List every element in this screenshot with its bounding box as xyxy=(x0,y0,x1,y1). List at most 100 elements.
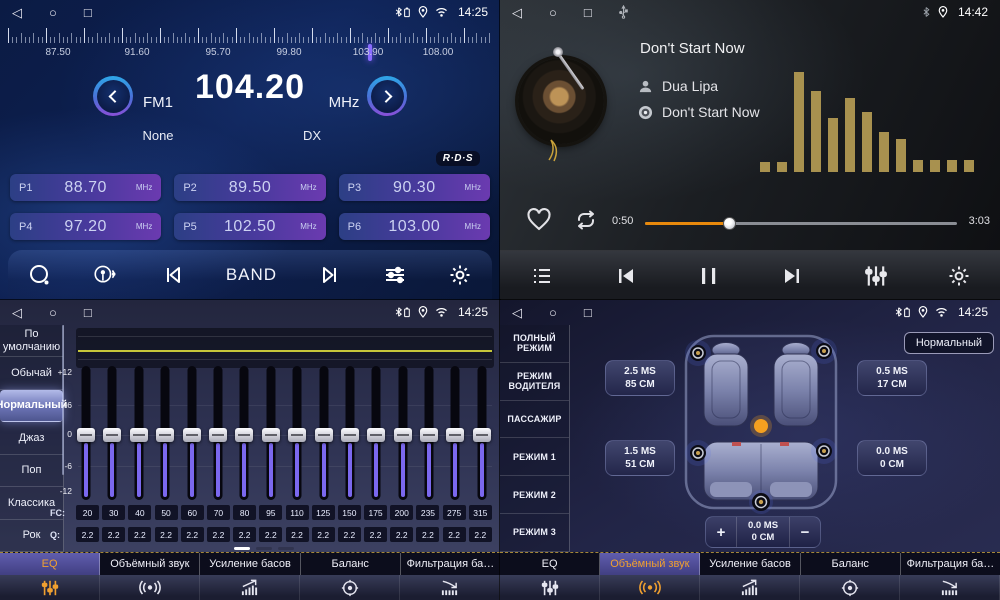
slider-handle[interactable] xyxy=(446,428,464,442)
previous-track-icon[interactable] xyxy=(613,264,639,288)
pause-icon[interactable] xyxy=(698,264,720,288)
progress-bar[interactable] xyxy=(645,222,957,225)
recents-icon[interactable]: □ xyxy=(84,306,92,319)
home-icon[interactable]: ○ xyxy=(549,6,557,19)
settings-gear-icon[interactable] xyxy=(448,263,472,287)
sound-mode-item-6[interactable]: РЕЖИМ 3 xyxy=(500,514,569,552)
eq-band-slider-235hz[interactable] xyxy=(419,366,439,500)
back-icon[interactable]: ◁ xyxy=(512,306,522,319)
tab-eq-label[interactable]: EQ xyxy=(500,553,600,575)
back-icon[interactable]: ◁ xyxy=(512,6,522,19)
next-track-icon[interactable] xyxy=(779,264,805,288)
preset-button-p6[interactable]: P6103.00MHz xyxy=(339,213,490,240)
settings-gear-icon[interactable] xyxy=(947,264,971,288)
slider-handle[interactable] xyxy=(183,428,201,442)
recents-icon[interactable]: □ xyxy=(584,306,592,319)
broadcast-icon[interactable] xyxy=(93,264,120,286)
tab-surround-sound-label[interactable]: Объёмный звук xyxy=(100,553,200,575)
album-art[interactable] xyxy=(518,58,604,144)
sound-mode-item-1[interactable]: ПОЛНЫЙ РЕЖИМ xyxy=(500,325,569,363)
home-icon[interactable]: ○ xyxy=(49,6,57,19)
slider-handle[interactable] xyxy=(262,428,280,442)
increase-delay-button[interactable]: + xyxy=(706,517,736,547)
eq-band-slider-275hz[interactable] xyxy=(445,366,465,500)
next-station-icon[interactable] xyxy=(318,263,342,287)
tab-bass-boost-icon[interactable] xyxy=(700,575,800,600)
eq-sliders-icon[interactable] xyxy=(864,264,888,288)
slider-handle[interactable] xyxy=(235,428,253,442)
eq-band-slider-40hz[interactable] xyxy=(129,366,149,500)
tab-surround-sound-label[interactable]: Объёмный звук xyxy=(600,553,700,575)
eq-preset-item-1[interactable]: По умолчанию xyxy=(0,325,63,357)
preset-button-p5[interactable]: P5102.50MHz xyxy=(174,213,325,240)
sound-mode-item-4[interactable]: РЕЖИМ 1 xyxy=(500,438,569,476)
decrease-delay-button[interactable]: − xyxy=(790,517,820,547)
preset-button-p4[interactable]: P497.20MHz xyxy=(10,213,161,240)
home-icon[interactable]: ○ xyxy=(549,306,557,319)
eq-band-slider-200hz[interactable] xyxy=(393,366,413,500)
slider-handle[interactable] xyxy=(77,428,95,442)
slider-handle[interactable] xyxy=(315,428,333,442)
slider-handle[interactable] xyxy=(341,428,359,442)
tab-eq-icon[interactable] xyxy=(0,575,100,600)
slider-handle[interactable] xyxy=(473,428,491,442)
eq-band-slider-80hz[interactable] xyxy=(234,366,254,500)
prev-station-icon[interactable] xyxy=(161,263,185,287)
tab-bass-boost-icon[interactable] xyxy=(200,575,300,600)
tab-balance-label[interactable]: Баланс xyxy=(801,553,901,575)
rear-right-delay-button[interactable]: 0.0 MS 0 CM xyxy=(857,440,927,476)
eq-band-slider-20hz[interactable] xyxy=(76,366,96,500)
slider-handle[interactable] xyxy=(103,428,121,442)
profile-badge[interactable]: Нормальный xyxy=(904,332,994,354)
preset-button-p2[interactable]: P289.50MHz xyxy=(174,174,325,201)
preset-button-p1[interactable]: P188.70MHz xyxy=(10,174,161,201)
sound-mode-item-5[interactable]: РЕЖИМ 2 xyxy=(500,476,569,514)
sliders-icon[interactable] xyxy=(383,263,407,287)
preset-button-p3[interactable]: P390.30MHz xyxy=(339,174,490,201)
eq-band-slider-70hz[interactable] xyxy=(208,366,228,500)
eq-band-slider-60hz[interactable] xyxy=(182,366,202,500)
slider-handle[interactable] xyxy=(420,428,438,442)
recents-icon[interactable]: □ xyxy=(84,6,92,19)
front-left-delay-button[interactable]: 2.5 MS 85 CM xyxy=(605,360,675,396)
tab-filter-icon[interactable] xyxy=(400,575,500,600)
back-icon[interactable]: ◁ xyxy=(12,6,22,19)
eq-band-slider-125hz[interactable] xyxy=(314,366,334,500)
tab-filter-icon[interactable] xyxy=(900,575,1000,600)
front-right-delay-button[interactable]: 0.5 MS 17 CM xyxy=(857,360,927,396)
tab-surround-sound-icon[interactable] xyxy=(100,575,200,600)
tab-balance-icon[interactable] xyxy=(300,575,400,600)
tab-surround-sound-icon[interactable] xyxy=(600,575,700,600)
tab-bass-boost-label[interactable]: Усиление басов xyxy=(700,553,800,575)
tab-balance-icon[interactable] xyxy=(800,575,900,600)
slider-handle[interactable] xyxy=(130,428,148,442)
slider-handle[interactable] xyxy=(209,428,227,442)
playlist-icon[interactable] xyxy=(530,264,554,288)
eq-band-slider-175hz[interactable] xyxy=(366,366,386,500)
tab-eq-label[interactable]: EQ xyxy=(0,553,100,575)
tab-filter-label[interactable]: Фильтрация ба… xyxy=(401,553,500,575)
band-button[interactable]: BAND xyxy=(226,265,277,285)
slider-handle[interactable] xyxy=(394,428,412,442)
favorite-heart-icon[interactable] xyxy=(526,208,552,236)
eq-band-slider-30hz[interactable] xyxy=(102,366,122,500)
slider-handle[interactable] xyxy=(288,428,306,442)
tune-up-button[interactable] xyxy=(367,76,407,116)
sound-mode-item-3[interactable]: ПАССАЖИР xyxy=(500,401,569,439)
frequency-scale[interactable]: 87.50 91.60 95.70 99.80 103.90 108.00 xyxy=(8,26,492,62)
tab-eq-icon[interactable] xyxy=(500,575,600,600)
slider-handle[interactable] xyxy=(367,428,385,442)
back-icon[interactable]: ◁ xyxy=(12,306,22,319)
eq-band-slider-110hz[interactable] xyxy=(287,366,307,500)
tune-down-button[interactable] xyxy=(93,76,133,116)
repeat-icon[interactable] xyxy=(572,210,600,235)
recents-icon[interactable]: □ xyxy=(584,6,592,19)
home-icon[interactable]: ○ xyxy=(49,306,57,319)
slider-handle[interactable] xyxy=(156,428,174,442)
eq-band-slider-50hz[interactable] xyxy=(155,366,175,500)
eq-band-slider-315hz[interactable] xyxy=(472,366,492,500)
tab-balance-label[interactable]: Баланс xyxy=(301,553,401,575)
eq-band-slider-95hz[interactable] xyxy=(261,366,281,500)
eq-band-slider-150hz[interactable] xyxy=(340,366,360,500)
rear-left-delay-button[interactable]: 1.5 MS 51 CM xyxy=(605,440,675,476)
